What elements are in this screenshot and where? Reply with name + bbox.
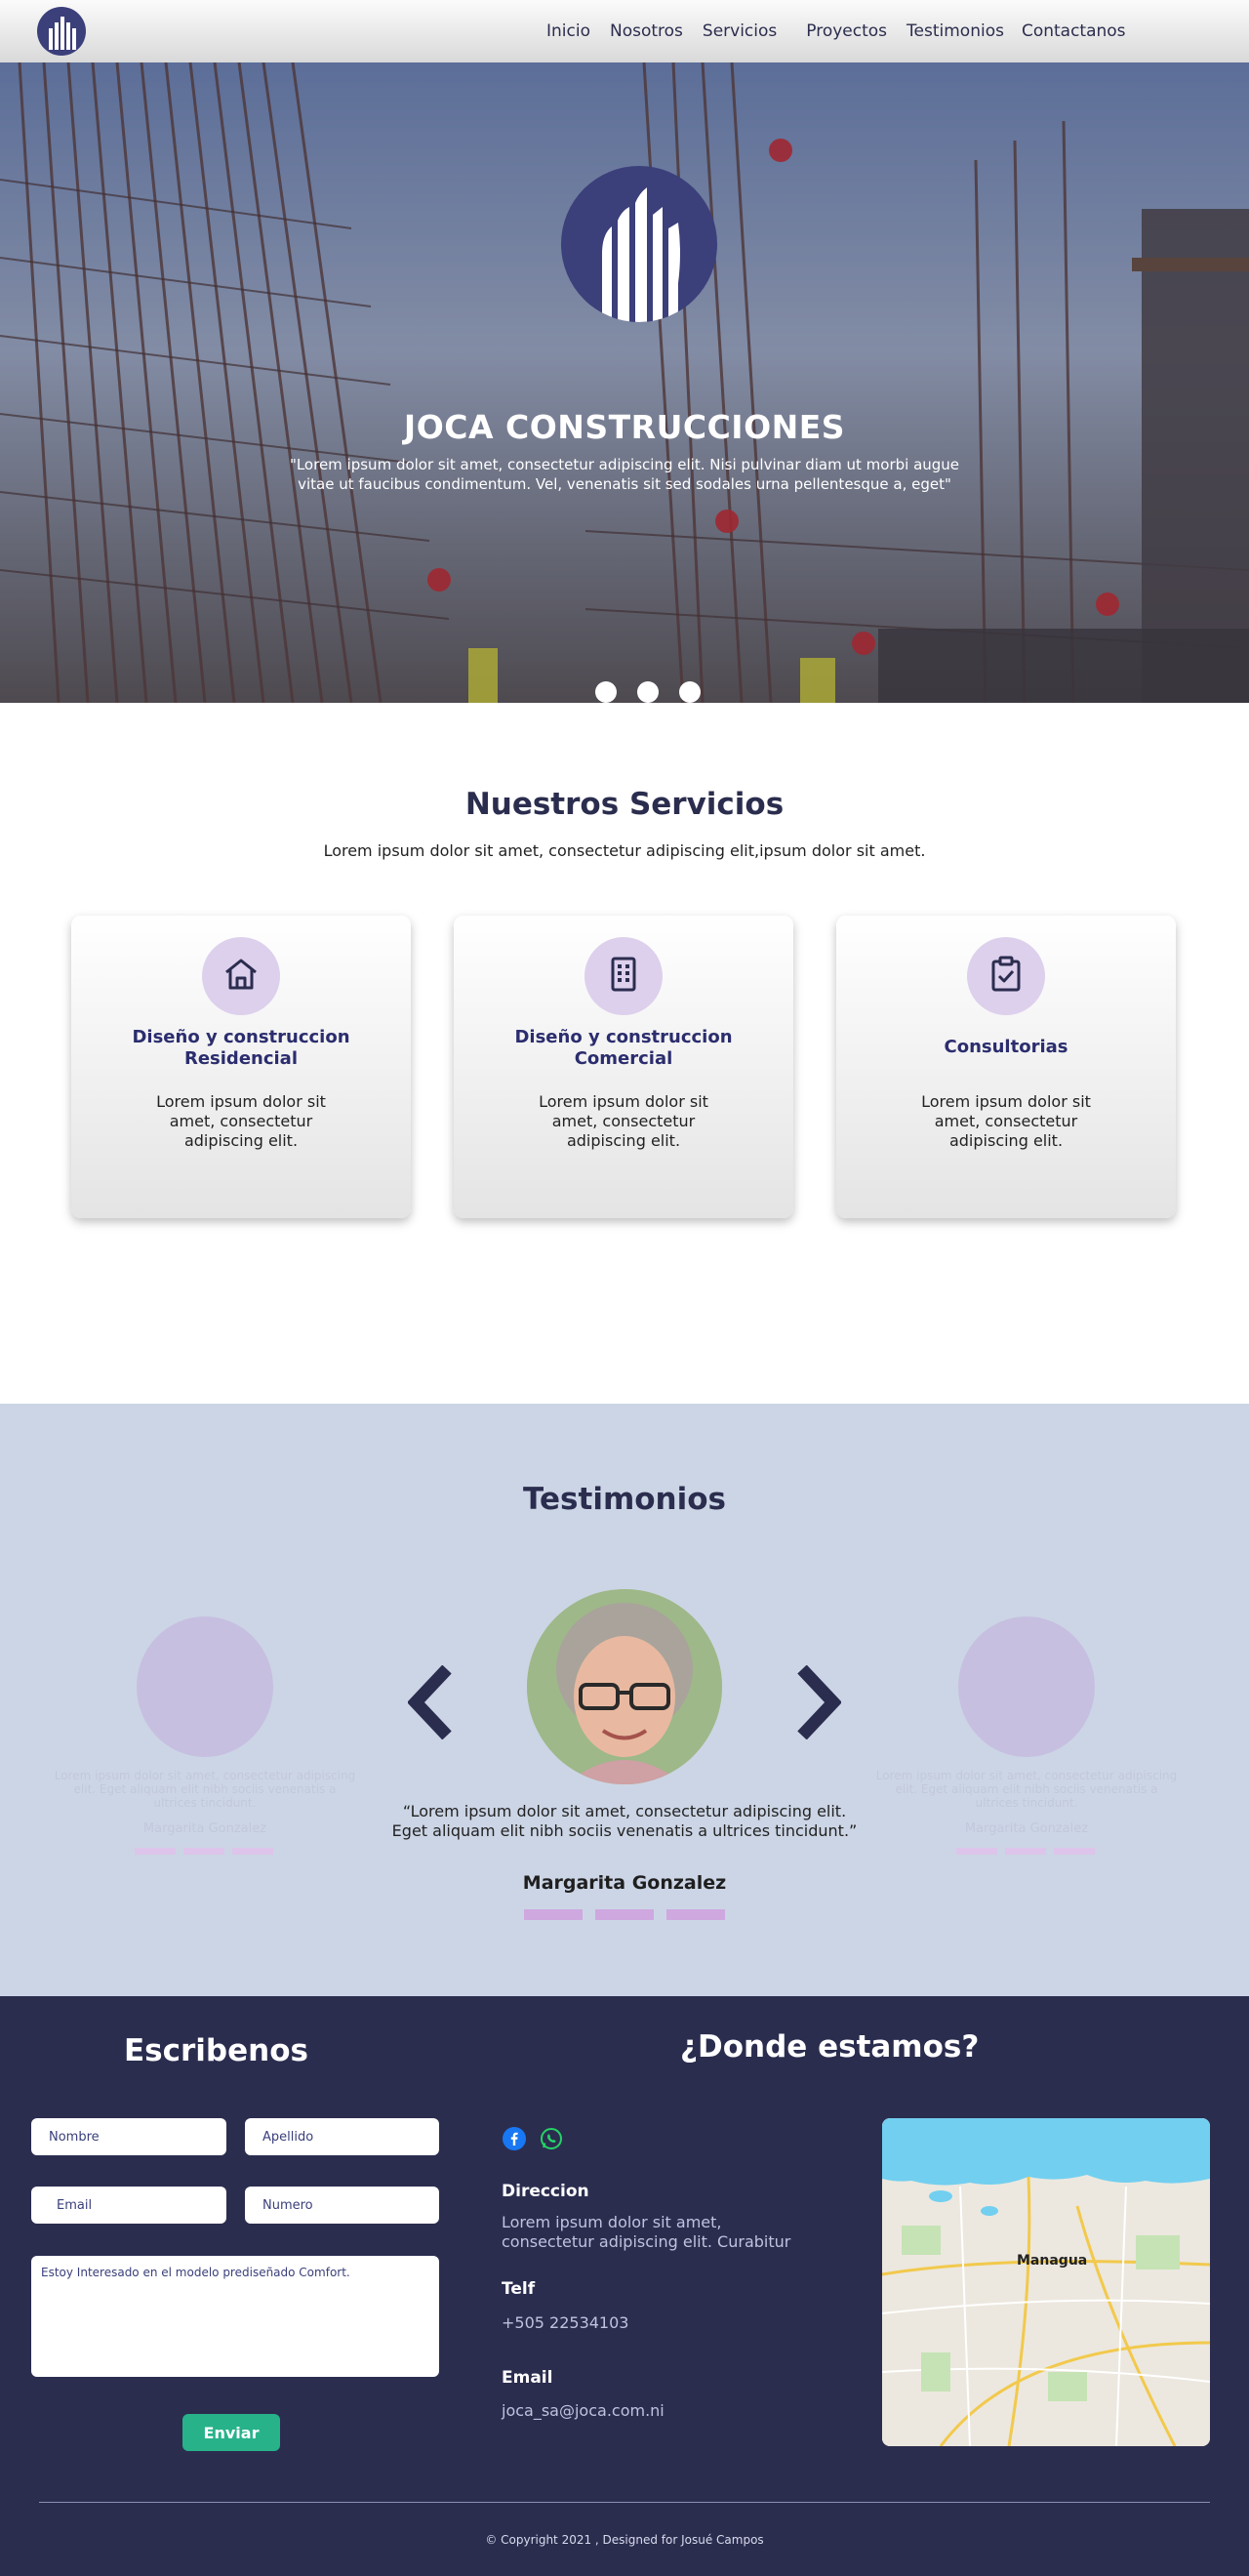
nav-link-testimonios[interactable]: Testimonios [907, 21, 1004, 41]
service-card-text: Lorem ipsum dolor sit amet, consectetur … [921, 1092, 1091, 1150]
testimonial-name: Margarita Gonzalez [522, 1872, 727, 1894]
top-nav: Inicio Nosotros Servicios Proyectos Test… [0, 0, 1249, 62]
prev-testimonial-bars [135, 1848, 281, 1855]
service-card-title: Diseño y construccion Comercial [514, 1027, 733, 1069]
service-card-title: Diseño y construccion Residencial [132, 1027, 350, 1069]
service-icon-wrap [584, 937, 663, 1015]
testimonial-avatar [527, 1589, 722, 1784]
send-button[interactable]: Enviar [182, 2414, 280, 2451]
services-subtitle: Lorem ipsum dolor sit amet, consectetur … [323, 841, 926, 860]
service-card-residencial[interactable]: Diseño y construccion Residencial Lorem … [71, 916, 411, 1218]
service-card-text: Lorem ipsum dolor sit amet, consectetur … [156, 1092, 326, 1150]
clipboard-check-icon [987, 955, 1026, 998]
location-title: ¿Donde estamos? [680, 2029, 980, 2065]
nav-link-servicios[interactable]: Servicios [703, 21, 777, 41]
house-icon [222, 955, 261, 998]
service-card-consultorias[interactable]: Consultorias Lorem ipsum dolor sit amet,… [836, 916, 1176, 1218]
hero-logo [561, 166, 717, 322]
services-title: Nuestros Servicios [464, 787, 785, 822]
telf-value: +505 22534103 [502, 2313, 629, 2332]
next-testimonial-avatar [958, 1616, 1095, 1757]
nav-links: Inicio Nosotros Servicios Proyectos Test… [546, 0, 1146, 62]
testimonials-title: Testimonios [523, 1482, 726, 1517]
next-testimonial-name: Margarita Gonzalez [964, 1821, 1089, 1836]
testimonial-rating-bars [524, 1909, 738, 1920]
chevron-right-icon[interactable] [796, 1664, 842, 1740]
footer-divider [39, 2502, 1210, 2503]
testimonial-quote: “Lorem ipsum dolor sit amet, consectetur… [391, 1802, 858, 1840]
service-icon-wrap [967, 937, 1045, 1015]
nav-link-nosotros[interactable]: Nosotros [610, 21, 683, 41]
numero-field[interactable] [245, 2187, 439, 2224]
service-card-comercial[interactable]: Diseño y construccion Comercial Lorem ip… [454, 916, 793, 1218]
email-field[interactable] [31, 2187, 226, 2224]
whatsapp-icon[interactable] [540, 2127, 563, 2150]
facebook-icon[interactable] [503, 2127, 526, 2150]
next-testimonial-text: Lorem ipsum dolor sit amet, consectetur … [875, 1769, 1178, 1810]
company-logo[interactable] [37, 7, 86, 56]
services-section: Nuestros Servicios Lorem ipsum dolor sit… [0, 703, 1249, 1466]
nav-link-proyectos[interactable]: Proyectos [806, 21, 887, 41]
direccion-label: Direccion [502, 2182, 589, 2201]
nav-link-contactanos[interactable]: Contactanos [1022, 21, 1126, 41]
slider-dot-3[interactable] [679, 681, 701, 703]
prev-testimonial-name: Margarita Gonzalez [142, 1821, 267, 1836]
location-map[interactable]: Managua [882, 2118, 1210, 2446]
copyright-text: © Copyright 2021 , Designed for Josué Ca… [485, 2533, 764, 2547]
hero-slider: JOCA CONSTRUCCIONES "Lorem ipsum dolor s… [0, 62, 1249, 703]
email-value: joca_sa@joca.com.ni [502, 2401, 665, 2420]
nav-link-inicio[interactable]: Inicio [546, 21, 590, 41]
service-card-title: Consultorias [944, 1037, 1068, 1057]
direccion-value: Lorem ipsum dolor sit amet, consectetur … [502, 2213, 791, 2251]
next-testimonial-bars [956, 1848, 1103, 1855]
hero-description: "Lorem ipsum dolor sit amet, consectetur… [289, 456, 960, 493]
email-label: Email [502, 2368, 553, 2388]
slider-dot-2[interactable] [637, 681, 659, 703]
building-icon [604, 955, 643, 998]
contact-title: Escribenos [124, 2033, 308, 2068]
map-city-label: Managua [1017, 2253, 1087, 2269]
message-field[interactable]: Estoy Interesado en el modelo prediseñad… [31, 2256, 439, 2377]
slider-dot-1[interactable] [595, 681, 617, 703]
slider-dots [595, 681, 721, 703]
nombre-field[interactable] [31, 2118, 226, 2155]
footer-contact: Escribenos Estoy Interesado en el modelo… [0, 1996, 1249, 2576]
chevron-left-icon[interactable] [407, 1664, 453, 1740]
service-icon-wrap [202, 937, 280, 1015]
apellido-field[interactable] [245, 2118, 439, 2155]
testimonials-section: Testimonios Lorem ipsum dolor sit amet, … [0, 1404, 1249, 1996]
prev-testimonial-avatar [137, 1616, 273, 1757]
service-card-text: Lorem ipsum dolor sit amet, consectetur … [539, 1092, 708, 1150]
hero-title: JOCA CONSTRUCCIONES [403, 408, 846, 446]
prev-testimonial-text: Lorem ipsum dolor sit amet, consectetur … [54, 1769, 356, 1810]
telf-label: Telf [502, 2279, 536, 2299]
